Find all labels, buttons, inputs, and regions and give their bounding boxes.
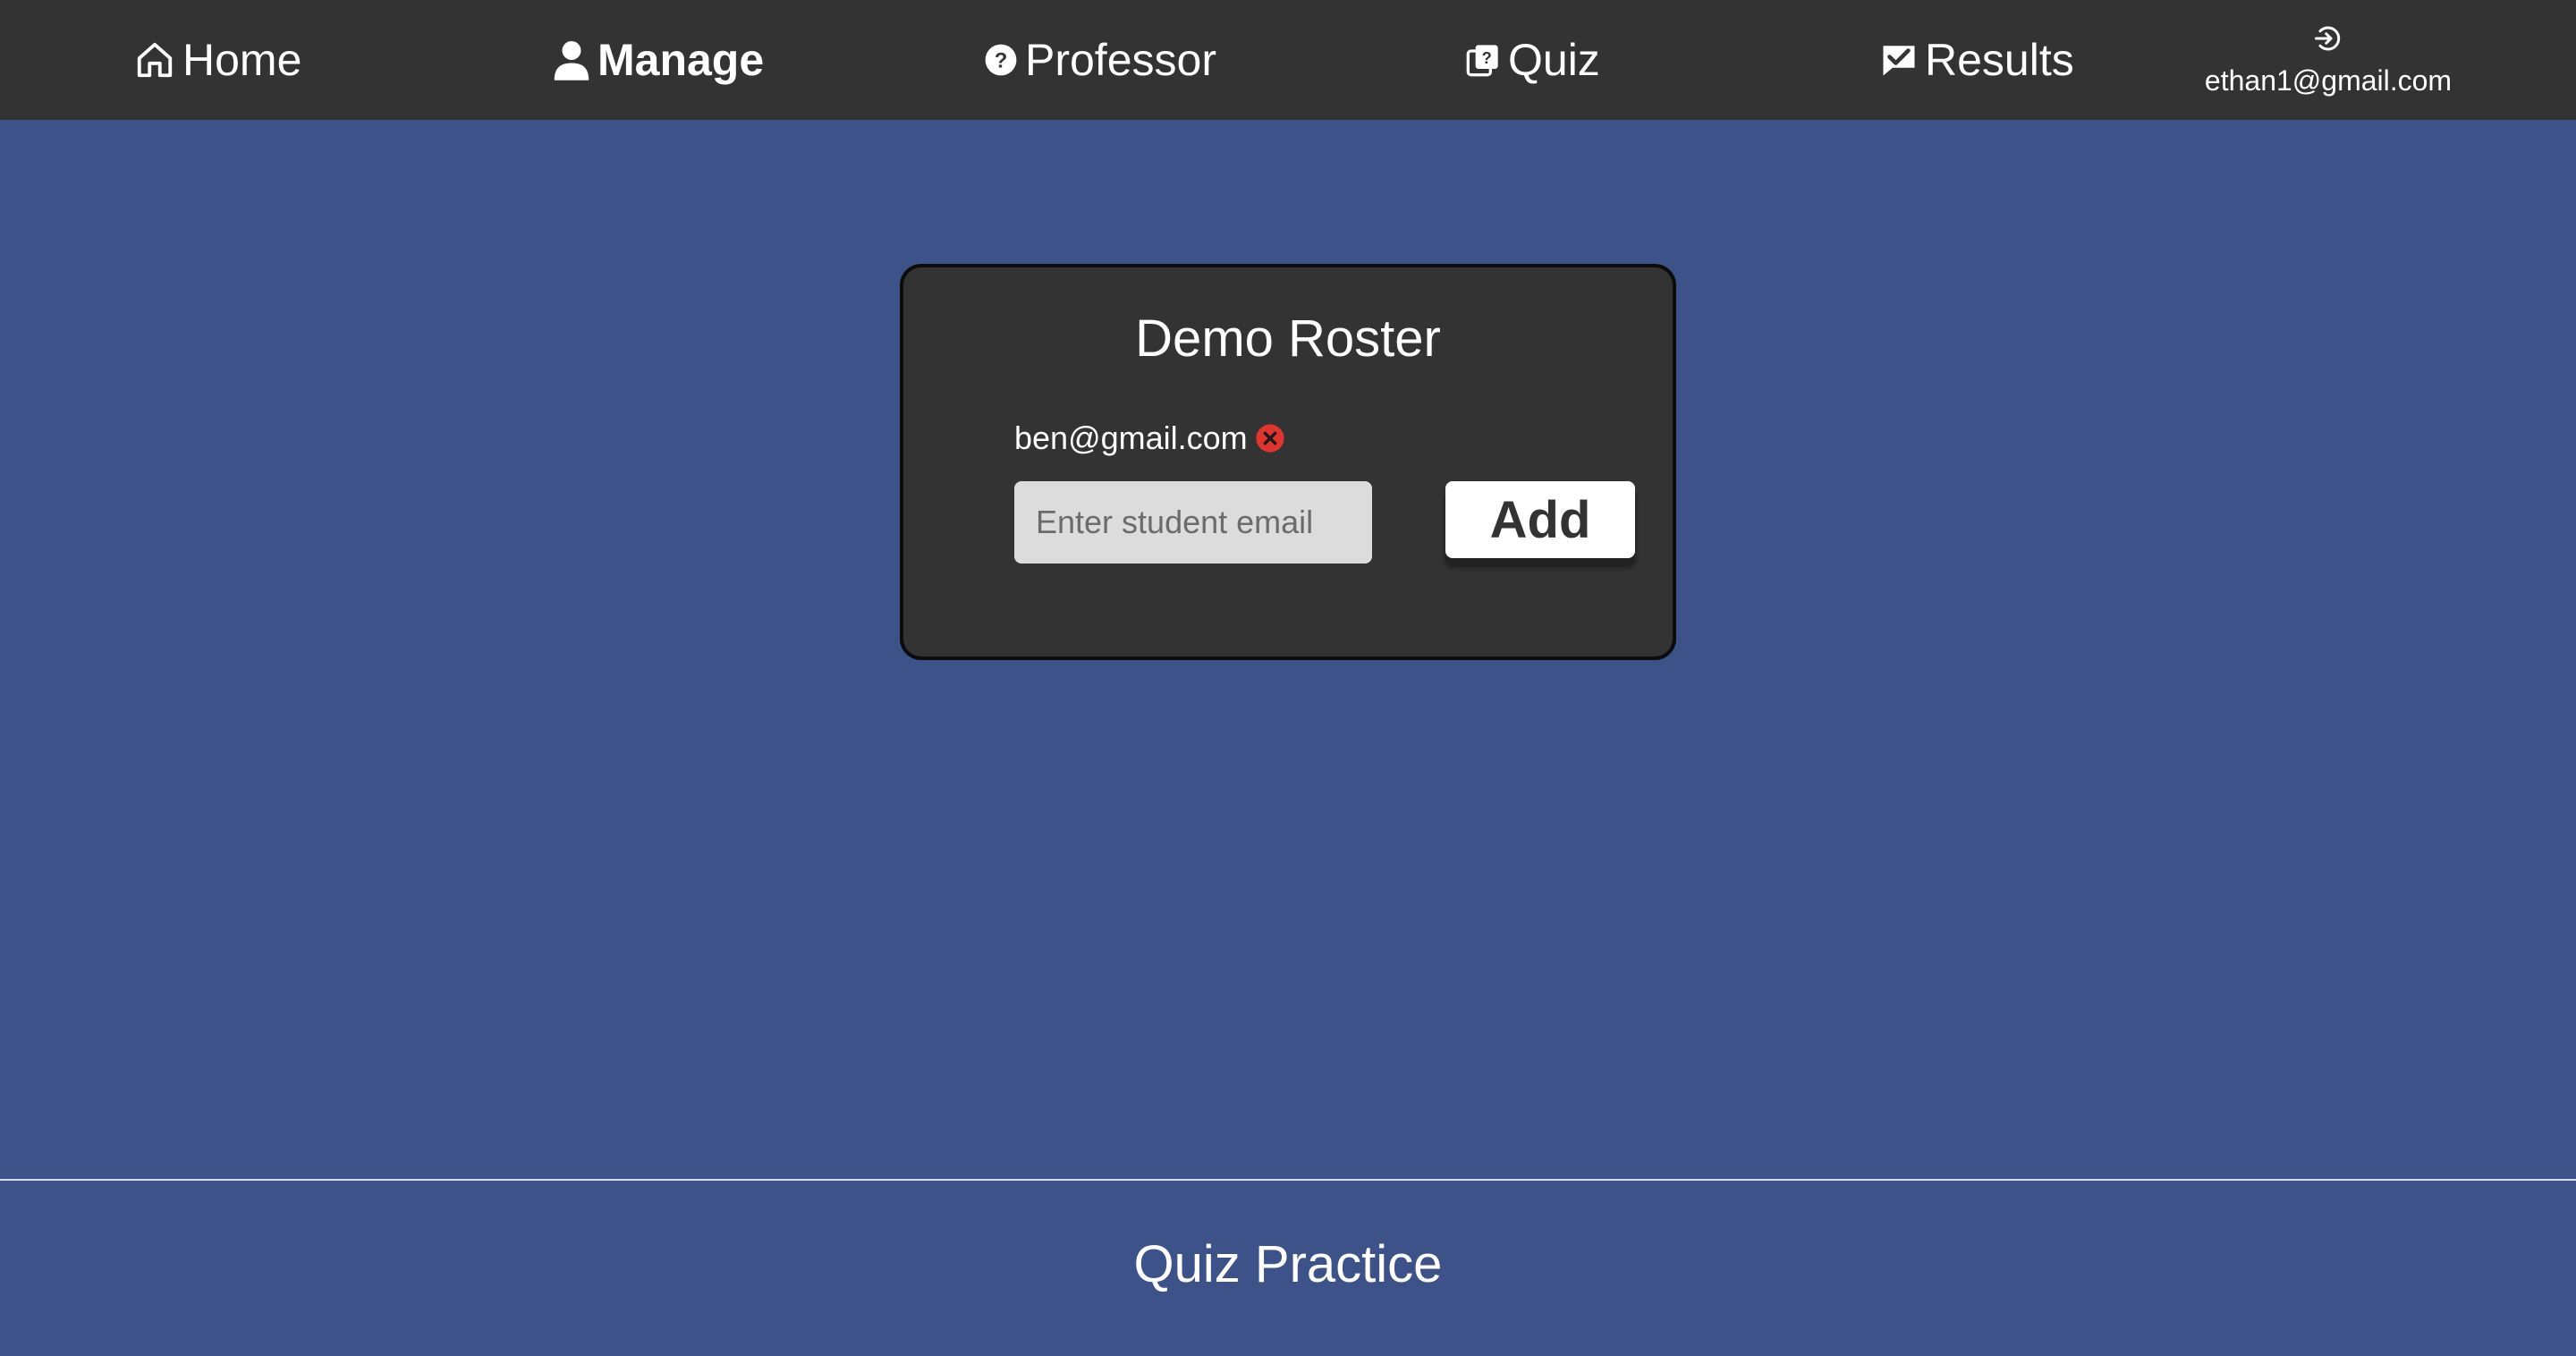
student-list-item: ben@gmail.com bbox=[1014, 420, 1285, 457]
student-email: ben@gmail.com bbox=[1014, 420, 1248, 456]
top-navbar: Home Manage ? Professor ? Quiz Results e… bbox=[0, 0, 2576, 120]
account-email: ethan1@gmail.com bbox=[2204, 64, 2453, 97]
footer-divider bbox=[0, 1179, 2576, 1181]
add-student-button[interactable]: Add bbox=[1445, 481, 1635, 558]
svg-text:?: ? bbox=[1482, 48, 1492, 67]
question-circle-icon: ? bbox=[984, 43, 1018, 77]
roster-card: Demo Roster ben@gmail.com Add bbox=[900, 264, 1676, 660]
nav-label-professor: Professor bbox=[1025, 35, 1216, 85]
roster-title: Demo Roster bbox=[1135, 309, 1441, 368]
remove-circle-icon[interactable] bbox=[1255, 423, 1285, 453]
nav-item-manage[interactable]: Manage bbox=[553, 0, 764, 120]
svg-text:?: ? bbox=[995, 49, 1008, 73]
nav-item-quiz[interactable]: ? Quiz bbox=[1465, 0, 1600, 120]
nav-item-home[interactable]: Home bbox=[134, 0, 301, 120]
student-email-input[interactable] bbox=[1014, 481, 1372, 564]
nav-item-results[interactable]: Results bbox=[1880, 0, 2074, 120]
nav-item-professor[interactable]: ? Professor bbox=[984, 0, 1216, 120]
footer-title: Quiz Practice bbox=[1133, 1235, 1443, 1293]
home-icon bbox=[134, 39, 175, 81]
chat-check-icon bbox=[1880, 41, 1918, 79]
nav-label-manage: Manage bbox=[597, 35, 765, 85]
nav-label-quiz: Quiz bbox=[1508, 35, 1600, 85]
login-icon[interactable] bbox=[2312, 22, 2344, 59]
user-icon bbox=[553, 39, 590, 81]
account-menu[interactable]: ethan1@gmail.com bbox=[2182, 0, 2474, 120]
quiz-stack-icon: ? bbox=[1465, 42, 1501, 78]
nav-label-home: Home bbox=[182, 35, 302, 85]
nav-label-results: Results bbox=[1925, 35, 2074, 85]
